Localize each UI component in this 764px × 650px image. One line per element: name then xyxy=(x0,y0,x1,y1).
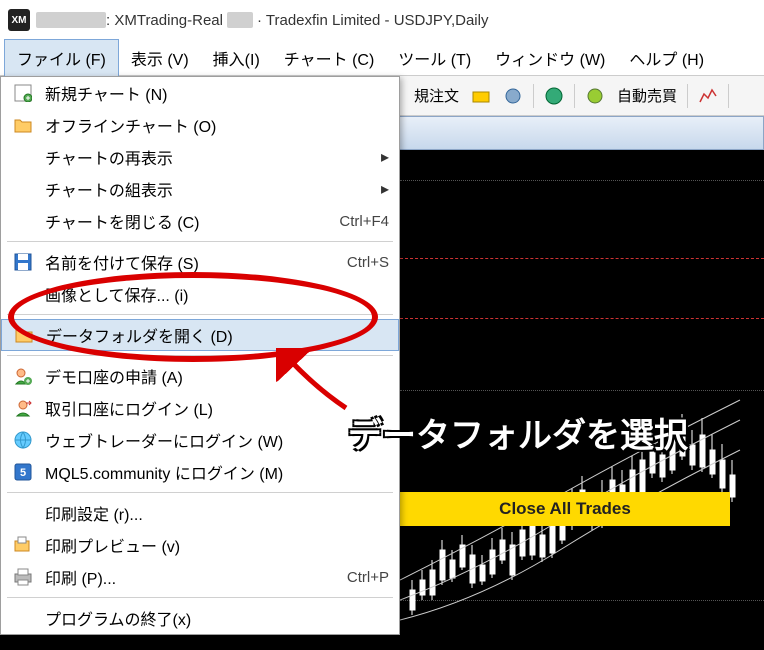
menu-chart-group[interactable]: チャートの組表示 ▸ xyxy=(1,173,399,205)
new-chart-icon xyxy=(11,81,35,105)
menu-webtrader-login[interactable]: ウェブトレーダーにログイン (W) xyxy=(1,424,399,456)
login-icon xyxy=(11,396,35,420)
folder-open-icon xyxy=(11,113,35,137)
print-icon xyxy=(11,565,35,589)
auto-trade-icon[interactable] xyxy=(581,82,609,110)
menu-new-chart-label: 新規チャート (N) xyxy=(45,81,389,105)
menu-save-image-label: 画像として保存... (i) xyxy=(45,282,389,306)
menu-separator xyxy=(7,314,393,315)
menu-print-preview-label: 印刷プレビュー (v) xyxy=(45,533,389,557)
annotation-text: データフォルダを選択 xyxy=(348,408,688,457)
menu-chart-redisplay[interactable]: チャートの再表示 ▸ xyxy=(1,141,399,173)
menu-chart-redisplay-label: チャートの再表示 xyxy=(45,145,381,169)
menu-close-chart-label: チャートを閉じる (C) xyxy=(45,209,339,233)
menu-demo-account[interactable]: デモ口座の申請 (A) xyxy=(1,360,399,392)
menu-chart[interactable]: チャート (C) xyxy=(272,40,387,76)
menu-save-as[interactable]: 名前を付けて保存 (S) Ctrl+S xyxy=(1,246,399,278)
titlebar: XM : XMTrading-Real · Tradexfin Limited … xyxy=(0,0,764,40)
menu-webtrader-login-label: ウェブトレーダーにログイン (W) xyxy=(45,428,389,452)
print-preview-icon xyxy=(11,533,35,557)
redacted-account xyxy=(36,12,106,28)
mql5-icon: 5 xyxy=(11,460,35,484)
indicator-icon[interactable] xyxy=(694,82,722,110)
menu-open-data-folder[interactable]: データフォルダを開く (D) xyxy=(1,319,399,351)
redacted-number xyxy=(227,12,253,28)
menu-print-setup-label: 印刷設定 (r)... xyxy=(45,501,389,525)
svg-text:5: 5 xyxy=(20,467,26,479)
file-menu-dropdown: 新規チャート (N) オフラインチャート (O) チャートの再表示 ▸ チャート… xyxy=(0,76,400,635)
menu-login-account-label: 取引口座にログイン (L) xyxy=(45,396,389,420)
menu-print[interactable]: 印刷 (P)... Ctrl+P xyxy=(1,561,399,593)
toolbar-auto-trade-label[interactable]: 自動売買 xyxy=(613,85,681,106)
menu-exit-label: プログラムの終了(x) xyxy=(45,606,389,630)
menu-open-data-folder-label: データフォルダを開く (D) xyxy=(46,323,388,347)
candlestick-chart xyxy=(400,150,764,650)
globe-icon[interactable] xyxy=(540,82,568,110)
menu-print-shortcut: Ctrl+P xyxy=(347,569,389,586)
menu-save-as-label: 名前を付けて保存 (S) xyxy=(45,250,347,274)
menu-exit[interactable]: プログラムの終了(x) xyxy=(1,602,399,634)
menu-close-chart[interactable]: チャートを閉じる (C) Ctrl+F4 xyxy=(1,205,399,237)
close-all-trades-banner[interactable]: Close All Trades xyxy=(400,492,730,526)
menu-new-chart[interactable]: 新規チャート (N) xyxy=(1,77,399,109)
submenu-arrow-icon: ▸ xyxy=(381,179,389,199)
save-icon xyxy=(11,250,35,274)
menu-separator xyxy=(7,597,393,598)
app-logo-icon: XM xyxy=(8,9,30,31)
menu-offline-chart-label: オフラインチャート (O) xyxy=(45,113,389,137)
submenu-arrow-icon: ▸ xyxy=(381,147,389,167)
menu-print-setup[interactable]: 印刷設定 (r)... xyxy=(1,497,399,529)
menu-login-account[interactable]: 取引口座にログイン (L) xyxy=(1,392,399,424)
menu-separator xyxy=(7,241,393,242)
menu-view[interactable]: 表示 (V) xyxy=(119,40,201,76)
menu-insert[interactable]: 挿入(I) xyxy=(201,40,272,76)
menu-demo-account-label: デモ口座の申請 (A) xyxy=(45,364,389,388)
user-add-icon xyxy=(11,364,35,388)
toolbar-new-order-label[interactable]: 規注文 xyxy=(410,85,463,106)
menu-separator xyxy=(7,492,393,493)
menu-help[interactable]: ヘルプ (H) xyxy=(617,40,716,76)
menu-print-preview[interactable]: 印刷プレビュー (v) xyxy=(1,529,399,561)
folder-icon xyxy=(12,323,36,347)
menubar: ファイル (F) 表示 (V) 挿入(I) チャート (C) ツール (T) ウ… xyxy=(0,40,764,76)
menu-window[interactable]: ウィンドウ (W) xyxy=(483,40,617,76)
menu-mql5-login[interactable]: 5 MQL5.community にログイン (M) xyxy=(1,456,399,488)
title-prefix: : XMTrading-Real xyxy=(106,12,223,29)
title-suffix: · Tradexfin Limited - USDJPY,Daily xyxy=(257,12,488,29)
menu-close-chart-shortcut: Ctrl+F4 xyxy=(339,213,389,230)
menu-tool[interactable]: ツール (T) xyxy=(386,40,483,76)
menu-chart-group-label: チャートの組表示 xyxy=(45,177,381,201)
menu-print-label: 印刷 (P)... xyxy=(45,565,347,589)
menu-separator xyxy=(7,355,393,356)
menu-file[interactable]: ファイル (F) xyxy=(4,39,119,77)
menu-offline-chart[interactable]: オフラインチャート (O) xyxy=(1,109,399,141)
menu-save-image[interactable]: 画像として保存... (i) xyxy=(1,278,399,310)
expert-advisors-icon[interactable] xyxy=(467,82,495,110)
menu-mql5-login-label: MQL5.community にログイン (M) xyxy=(45,460,389,484)
menu-save-as-shortcut: Ctrl+S xyxy=(347,254,389,271)
web-icon xyxy=(11,428,35,452)
options-icon[interactable] xyxy=(499,82,527,110)
